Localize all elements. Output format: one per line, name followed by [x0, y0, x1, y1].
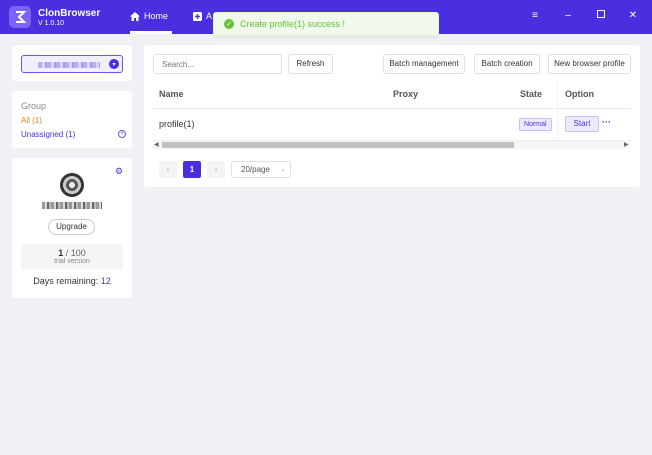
maximize-icon[interactable] [594, 10, 608, 21]
usage-limit: / 100 [65, 248, 86, 258]
days-remaining: Days remaining: 12 [12, 276, 132, 286]
prev-page-button[interactable]: ‹ [159, 161, 177, 178]
plan-label: trial version [54, 258, 90, 265]
page-size-value: 20/page [241, 165, 270, 174]
nav-add[interactable]: A [193, 11, 212, 21]
group-all-label: All [21, 116, 30, 125]
app-logo [9, 6, 31, 28]
minimize-icon[interactable]: – [561, 10, 575, 21]
logo-icon [16, 11, 27, 23]
profile-name-cell: profile(1) [159, 119, 195, 129]
home-icon [130, 11, 140, 21]
next-page-button[interactable]: › [207, 161, 225, 178]
column-header-option: Option [565, 89, 594, 99]
upgrade-button[interactable]: Upgrade [48, 219, 95, 235]
days-label: Days remaining: [33, 276, 99, 286]
chevron-down-icon: ▾ [109, 59, 119, 69]
nav-home-label: Home [144, 11, 169, 21]
fixed-column-shadow [557, 80, 559, 140]
gear-icon[interactable]: ⚙ [115, 166, 123, 177]
close-icon[interactable]: ✕ [626, 10, 640, 21]
success-toast: ✓ Create profile(1) success ! [213, 12, 439, 36]
group-item-unassigned[interactable]: Unassigned (1) [21, 130, 75, 139]
current-page[interactable]: 1 [183, 161, 201, 178]
column-header-proxy[interactable]: Proxy [393, 89, 418, 99]
workspace-select[interactable]: ▾ [21, 55, 123, 73]
scroll-right-arrow-icon[interactable]: ▶ [624, 141, 629, 148]
more-icon[interactable]: ··· [602, 117, 611, 127]
refresh-button[interactable]: Refresh [288, 54, 333, 74]
workspace-name-redacted [38, 62, 100, 68]
status-badge: Normal [519, 118, 552, 131]
batch-creation-button[interactable]: Batch creation [474, 54, 540, 74]
scrollbar-thumb[interactable] [162, 142, 514, 148]
usage-used: 1 [58, 248, 64, 258]
check-circle-icon: ✓ [224, 19, 234, 29]
usage-count: 1 / 100 [21, 248, 123, 258]
nav-active-indicator [130, 31, 172, 34]
batch-management-button[interactable]: Batch management [383, 54, 465, 74]
nav-home[interactable]: Home [130, 11, 168, 21]
plus-square-icon [193, 11, 202, 21]
page-size-select[interactable]: 20/page ⌄ [231, 161, 291, 178]
chevron-down-icon: ⌄ [280, 166, 286, 173]
menu-icon[interactable]: ≡ [528, 10, 542, 21]
add-group-icon[interactable]: + [118, 130, 126, 138]
column-header-state[interactable]: State [520, 89, 542, 99]
start-button[interactable]: Start [565, 116, 599, 132]
group-unassigned-label: Unassigned [21, 130, 64, 139]
new-browser-profile-button[interactable]: New browser profile [548, 54, 631, 74]
column-header-name[interactable]: Name [159, 89, 184, 99]
search-input[interactable] [153, 54, 282, 74]
group-item-all[interactable]: All (1) [21, 116, 42, 125]
group-title: Group [21, 101, 47, 111]
avatar [60, 173, 84, 197]
toast-message: Create profile(1) success ! [240, 19, 346, 29]
days-value: 12 [100, 276, 111, 286]
username-redacted [42, 202, 102, 209]
app-version: V 1.0.10 [38, 20, 65, 27]
usage-box: 1 / 100 trial version [21, 244, 123, 269]
row-divider [153, 108, 631, 109]
app-name: ClonBrowser [38, 8, 101, 19]
group-unassigned-count: (1) [65, 130, 76, 139]
nav-add-label: A [206, 11, 213, 21]
group-all-count: (1) [32, 116, 42, 125]
scroll-left-arrow-icon[interactable]: ◀ [154, 141, 159, 148]
